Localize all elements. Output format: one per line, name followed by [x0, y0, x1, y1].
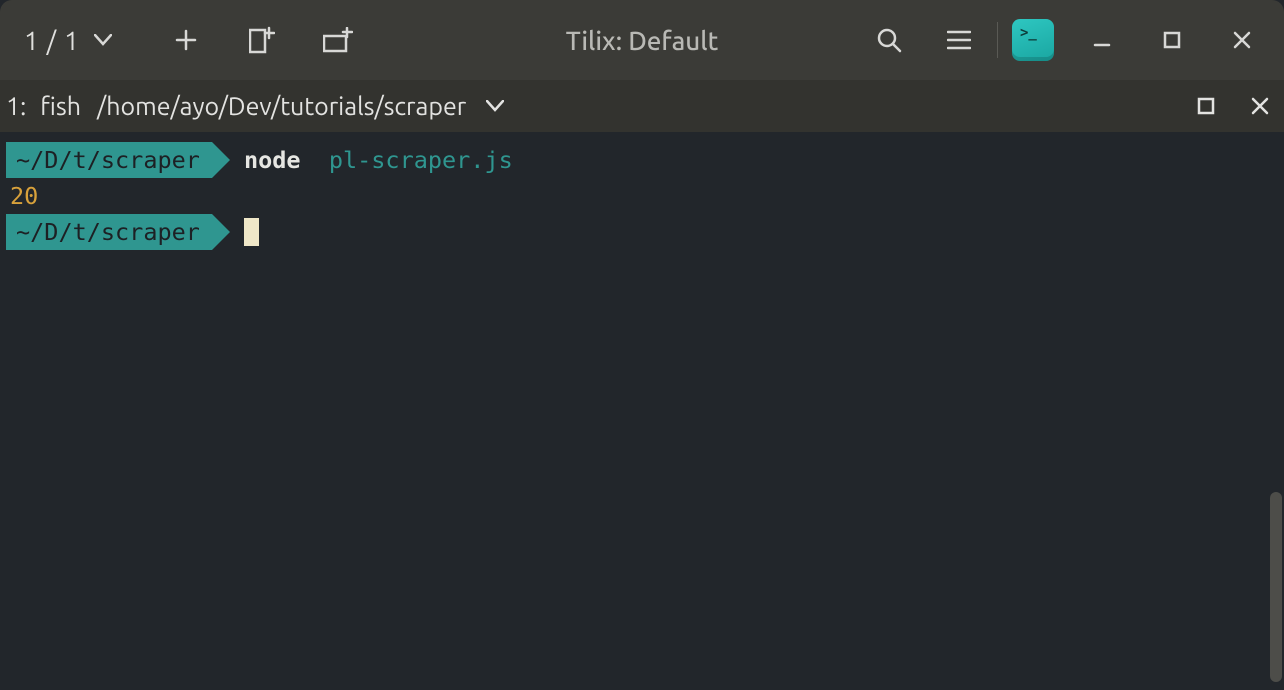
titlebar-separator [997, 22, 998, 58]
new-session-button[interactable] [162, 16, 210, 64]
maximize-icon [1197, 97, 1215, 115]
tab-index: 1 [6, 92, 20, 120]
command-output: 20 [6, 178, 38, 214]
window-titlebar: 1 / 1 Tilix: Default >_ [0, 0, 1284, 80]
prompt-path-chip: ~/D/t/scraper [6, 142, 212, 178]
tab-path: /home/ayo/Dev/tutorials/scraper [97, 92, 466, 120]
prompt-path-chip: ~/D/t/scraper [6, 214, 212, 250]
terminal-line: ~/D/t/scraper node pl-scraper.js [6, 142, 1278, 178]
chevron-down-icon [486, 100, 504, 112]
terminal-glyph-icon: >_ [1020, 26, 1037, 40]
terminal-viewport[interactable]: ~/D/t/scraper node pl-scraper.js 20 ~/D/… [0, 132, 1284, 690]
app-icon: >_ [1012, 19, 1054, 61]
hamburger-icon [947, 30, 971, 50]
chevron-down-icon [94, 34, 112, 46]
plus-icon [175, 29, 197, 51]
split-right-icon [249, 26, 275, 54]
prompt-path-text: ~/D/t/scraper [16, 214, 200, 250]
tab-close-button[interactable] [1246, 92, 1274, 120]
split-down-icon [323, 27, 353, 53]
close-window-button[interactable] [1218, 16, 1266, 64]
add-terminal-right-button[interactable] [238, 16, 286, 64]
minimize-icon [1092, 30, 1112, 50]
add-terminal-down-button[interactable] [314, 16, 362, 64]
maximize-icon [1163, 31, 1181, 49]
terminal-line: 20 [6, 178, 1278, 214]
close-icon [1250, 96, 1270, 116]
command-binary: node [244, 146, 301, 174]
scrollbar-thumb[interactable] [1270, 492, 1282, 682]
search-icon [876, 27, 902, 53]
session-counter-text: 1 / 1 [24, 26, 80, 55]
terminal-tab[interactable]: 1: fish /home/ayo/Dev/tutorials/scraper [6, 92, 466, 120]
command-argument: pl-scraper.js [329, 146, 513, 174]
command-text: node pl-scraper.js [244, 142, 513, 178]
tab-shell: fish [40, 92, 81, 120]
search-button[interactable] [865, 16, 913, 64]
tab-maximize-button[interactable] [1192, 92, 1220, 120]
tab-menu-button[interactable] [486, 100, 504, 112]
terminal-line: ~/D/t/scraper [6, 214, 1278, 250]
minimize-button[interactable] [1078, 16, 1126, 64]
session-counter[interactable]: 1 / 1 [18, 26, 118, 55]
prompt-path-text: ~/D/t/scraper [16, 142, 200, 178]
terminal-cursor [244, 218, 259, 246]
maximize-button[interactable] [1148, 16, 1196, 64]
close-icon [1232, 30, 1252, 50]
terminal-tabbar: 1: fish /home/ayo/Dev/tutorials/scraper [0, 80, 1284, 132]
window-title: Tilix: Default [566, 26, 718, 55]
hamburger-menu-button[interactable] [935, 16, 983, 64]
